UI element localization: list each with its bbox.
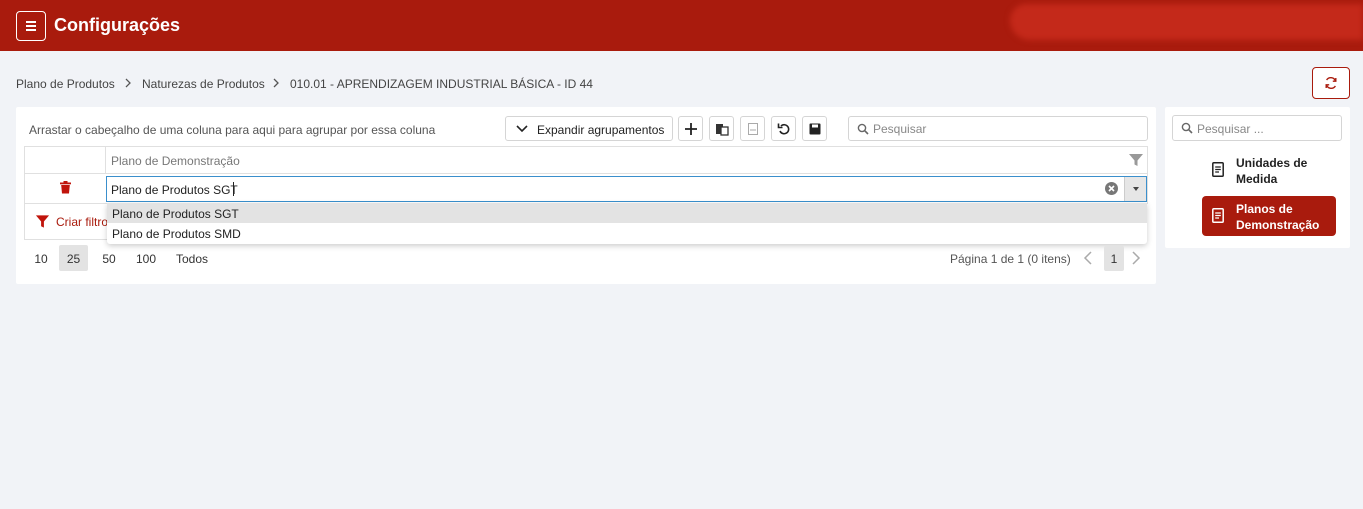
command-column-header: [25, 147, 106, 173]
redacted-area: [1010, 4, 1363, 40]
page-size-option[interactable]: Todos: [170, 245, 214, 271]
page-size-option[interactable]: 50: [95, 245, 123, 271]
dropdown-toggle-button[interactable]: [1124, 177, 1146, 201]
save-button[interactable]: [802, 116, 827, 141]
refresh-button[interactable]: [1312, 67, 1350, 99]
export-icon: [716, 124, 729, 136]
undo-button[interactable]: [771, 116, 796, 141]
caret-down-icon: [1133, 187, 1139, 191]
side-item-planos-de-demonstracao[interactable]: Planos de Demonstração: [1202, 196, 1336, 236]
clear-icon[interactable]: [1104, 181, 1119, 196]
dropdown-option[interactable]: Plano de Produtos SMD: [107, 223, 1147, 243]
create-filter-link[interactable]: Criar filtro: [56, 215, 108, 229]
filter-icon: [35, 215, 50, 228]
expand-groups-label: Expandir agrupamentos: [537, 123, 665, 137]
side-search[interactable]: [1172, 115, 1342, 141]
refresh-icon: [1325, 77, 1337, 89]
expand-groups-button[interactable]: Expandir agrupamentos: [505, 116, 673, 141]
page-number-current[interactable]: 1: [1104, 246, 1124, 271]
page-size-option-selected[interactable]: 25: [59, 245, 88, 271]
chevron-down-icon: [516, 125, 528, 133]
search-icon: [857, 123, 869, 135]
text-caret: [233, 182, 234, 196]
grid-search[interactable]: [848, 116, 1148, 141]
side-item-label: Planos de Demonstração: [1236, 202, 1320, 232]
side-item-unidades-de-medida[interactable]: Unidades de Medida: [1202, 150, 1336, 190]
page-title: Configurações: [54, 15, 181, 35]
save-icon: [809, 123, 821, 135]
pager-info: Página 1 de 1 (0 itens): [950, 252, 1071, 266]
search-icon: [1181, 122, 1193, 134]
combobox-value[interactable]: Plano de Produtos SGT: [111, 183, 238, 197]
grid-header: Plano de Demonstração: [24, 146, 1148, 174]
document-icon: [1212, 208, 1224, 223]
filter-row: Criar filtro: [24, 204, 114, 240]
trash-icon[interactable]: [60, 181, 71, 194]
grid-search-input[interactable]: [873, 121, 1133, 137]
breadcrumb-item-plano[interactable]: Plano de Produtos: [16, 77, 115, 91]
side-item-label: Unidades de Medida: [1236, 156, 1308, 186]
filter-icon[interactable]: [1128, 152, 1144, 168]
combobox-dropdown-list: Plano de Produtos SGT Plano de Produtos …: [107, 203, 1147, 244]
chevron-left-icon[interactable]: [1082, 251, 1094, 265]
side-search-input[interactable]: [1197, 121, 1337, 137]
chevron-right-icon: [272, 74, 282, 90]
add-row-button[interactable]: [678, 116, 703, 141]
undo-icon: [777, 123, 790, 135]
page-size-option[interactable]: 100: [130, 245, 162, 271]
chevron-right-icon[interactable]: [1130, 251, 1142, 265]
document-icon: [1212, 162, 1224, 177]
dropdown-option[interactable]: Plano de Produtos SGT: [107, 203, 1147, 223]
chevron-right-icon: [124, 74, 134, 90]
export-button[interactable]: [709, 116, 734, 141]
document-icon: [748, 123, 758, 135]
breadcrumb-item-current: 010.01 - APRENDIZAGEM INDUSTRIAL BÁSICA …: [290, 77, 593, 91]
top-bar: Configurações: [0, 0, 1363, 51]
breadcrumb-item-naturezas[interactable]: Naturezas de Produtos: [142, 77, 265, 91]
group-panel-hint: Arrastar o cabeçalho de uma coluna para …: [29, 123, 436, 137]
menu-button[interactable]: [16, 11, 46, 41]
page-size-option[interactable]: 10: [29, 245, 53, 271]
plano-demonstracao-combobox[interactable]: Plano de Produtos SGT: [106, 176, 1147, 202]
plus-icon: [685, 123, 697, 135]
column-header-plano-demonstracao[interactable]: Plano de Demonstração: [111, 154, 240, 168]
export-csv-button[interactable]: [740, 116, 765, 141]
